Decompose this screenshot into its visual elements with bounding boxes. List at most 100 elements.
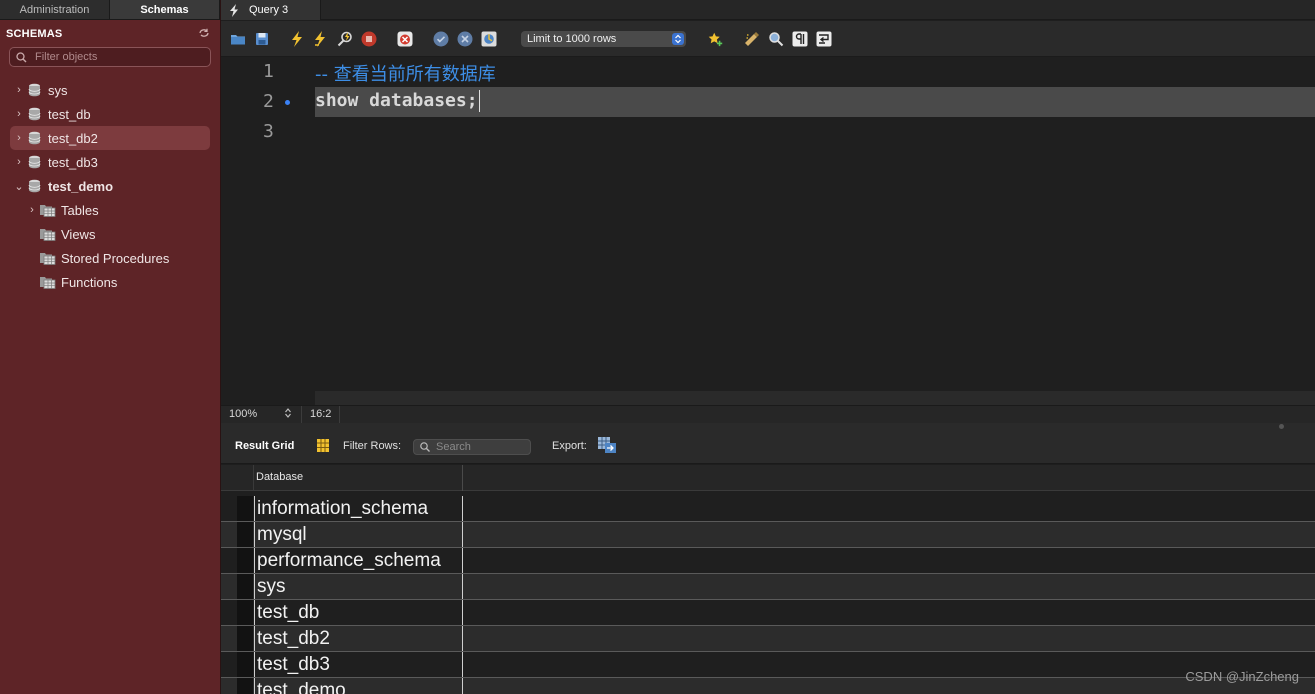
schema-tree-item[interactable]: Functions [0,270,220,294]
chevron-right-icon[interactable]: › [14,84,24,96]
chevron-right-icon[interactable]: › [14,108,24,120]
column-header-database[interactable]: Database [254,465,463,491]
limit-rows-select[interactable]: Limit to 1000 rows [521,31,686,47]
database-cell[interactable]: test_db3 [254,652,463,677]
zoom-stepper-icon[interactable] [284,407,292,422]
schema-tree-item[interactable]: Stored Procedures [0,246,220,270]
table-row[interactable]: test_db2 [221,626,1315,652]
invisible-chars-icon[interactable] [792,31,808,47]
result-toolbar: Result Grid Filter Rows: Export: [221,423,1315,464]
database-cell[interactable]: performance_schema [254,548,463,573]
tab-query-3[interactable]: Query 3 [221,0,321,20]
schemas-sidebar: Administration Schemas SCHEMAS › sys › test… [0,0,221,694]
procedure-folder-icon [40,251,56,268]
refresh-icon[interactable] [198,28,210,41]
row-gutter[interactable] [237,600,253,625]
database-cell[interactable]: test_db [254,600,463,625]
schema-tree-item[interactable]: Views [0,222,220,246]
toggle-error-icon[interactable] [397,31,413,47]
filter-objects-input[interactable] [35,51,205,63]
schema-tree-item[interactable]: › test_db3 [0,150,220,174]
schemas-header: SCHEMAS [6,27,210,41]
database-icon [28,83,41,100]
filter-objects-field [9,47,211,67]
tab-schemas[interactable]: Schemas [110,0,220,19]
schema-tree-label: Tables [61,202,99,218]
chevron-down-icon[interactable]: ⌄ [14,180,24,193]
table-row[interactable]: test_db [221,600,1315,626]
database-icon [28,131,41,148]
grid-rows: information_schema mysql performance_schem… [221,496,1315,694]
execute-icon[interactable] [289,31,305,47]
editor-horizontal-scrollbar[interactable] [315,391,1315,405]
resize-handle[interactable] [1279,424,1284,429]
statement-marker-icon [285,100,290,105]
autocommit-icon[interactable] [481,31,497,47]
beautify-icon[interactable] [744,31,760,47]
row-gutter[interactable] [237,496,253,521]
grid-view-icon[interactable] [317,439,329,455]
tab-administration[interactable]: Administration [0,0,110,19]
watermark: CSDN @JinZcheng [1185,669,1299,684]
chevron-right-icon[interactable]: › [14,132,24,144]
schema-tree-item[interactable]: › test_db [0,102,220,126]
result-grid-tab[interactable]: Result Grid [235,440,294,452]
database-cell[interactable]: mysql [254,522,463,547]
filter-rows-label: Filter Rows: [343,440,402,452]
filter-rows-input[interactable] [436,441,526,453]
query-tab-bar: Query 3 [221,0,1315,20]
schema-tree-label: test_db [48,106,91,122]
lightning-icon [230,3,238,17]
row-gutter[interactable] [237,574,253,599]
sql-toolbar: Limit to 1000 rows [221,21,1315,57]
row-gutter[interactable] [237,522,253,547]
wrap-lines-icon[interactable] [816,31,832,47]
execute-current-icon[interactable] [313,31,329,47]
table-row[interactable]: test_db3 [221,652,1315,678]
sql-editor[interactable]: 1 2 3 -- 查看当前所有数据库 show databases; [221,57,1315,405]
table-row[interactable]: mysql [221,522,1315,548]
find-icon[interactable] [768,31,784,47]
row-gutter[interactable] [237,678,253,694]
table-folder-icon [40,203,56,220]
database-cell[interactable]: sys [254,574,463,599]
line-number: 1 [263,61,274,82]
row-gutter[interactable] [237,548,253,573]
stop-icon[interactable] [361,31,377,47]
database-cell[interactable]: test_db2 [254,626,463,651]
bookmark-icon[interactable] [708,31,724,47]
zoom-level[interactable]: 100% [229,408,257,420]
table-row[interactable]: test_demo [221,678,1315,694]
database-icon [28,107,41,124]
explain-icon[interactable] [337,31,353,47]
row-gutter[interactable] [237,652,253,677]
rollback-icon[interactable] [457,31,473,47]
schema-tree-item[interactable]: › sys [0,78,220,102]
view-folder-icon [40,227,56,244]
row-gutter[interactable] [237,626,253,651]
schema-tree-label: Functions [61,274,118,290]
text-caret [478,90,480,112]
database-cell[interactable]: test_demo [254,678,463,694]
chevron-right-icon[interactable]: › [27,204,37,216]
filter-rows-search [413,439,531,455]
schema-tree-item[interactable]: › test_db2 [10,126,210,150]
schema-tree-item[interactable]: ⌄ test_demo [0,174,220,198]
schema-tree-item[interactable]: › Tables [0,198,220,222]
export-icon[interactable] [598,437,616,456]
code-line-comment: -- 查看当前所有数据库 [315,64,496,85]
commit-icon[interactable] [433,31,449,47]
search-icon [420,442,430,452]
open-file-icon[interactable] [230,31,246,47]
grid-header: Database [221,465,1315,491]
schema-tree-label: test_demo [48,178,114,194]
database-cell[interactable]: information_schema [254,496,463,521]
table-row[interactable]: sys [221,574,1315,600]
database-icon [28,155,41,172]
table-row[interactable]: performance_schema [221,548,1315,574]
table-row[interactable]: information_schema [221,496,1315,522]
chevron-right-icon[interactable]: › [14,156,24,168]
select-stepper-icon [672,33,684,45]
save-icon[interactable] [254,31,270,47]
sidebar-tabs: Administration Schemas [0,0,220,20]
